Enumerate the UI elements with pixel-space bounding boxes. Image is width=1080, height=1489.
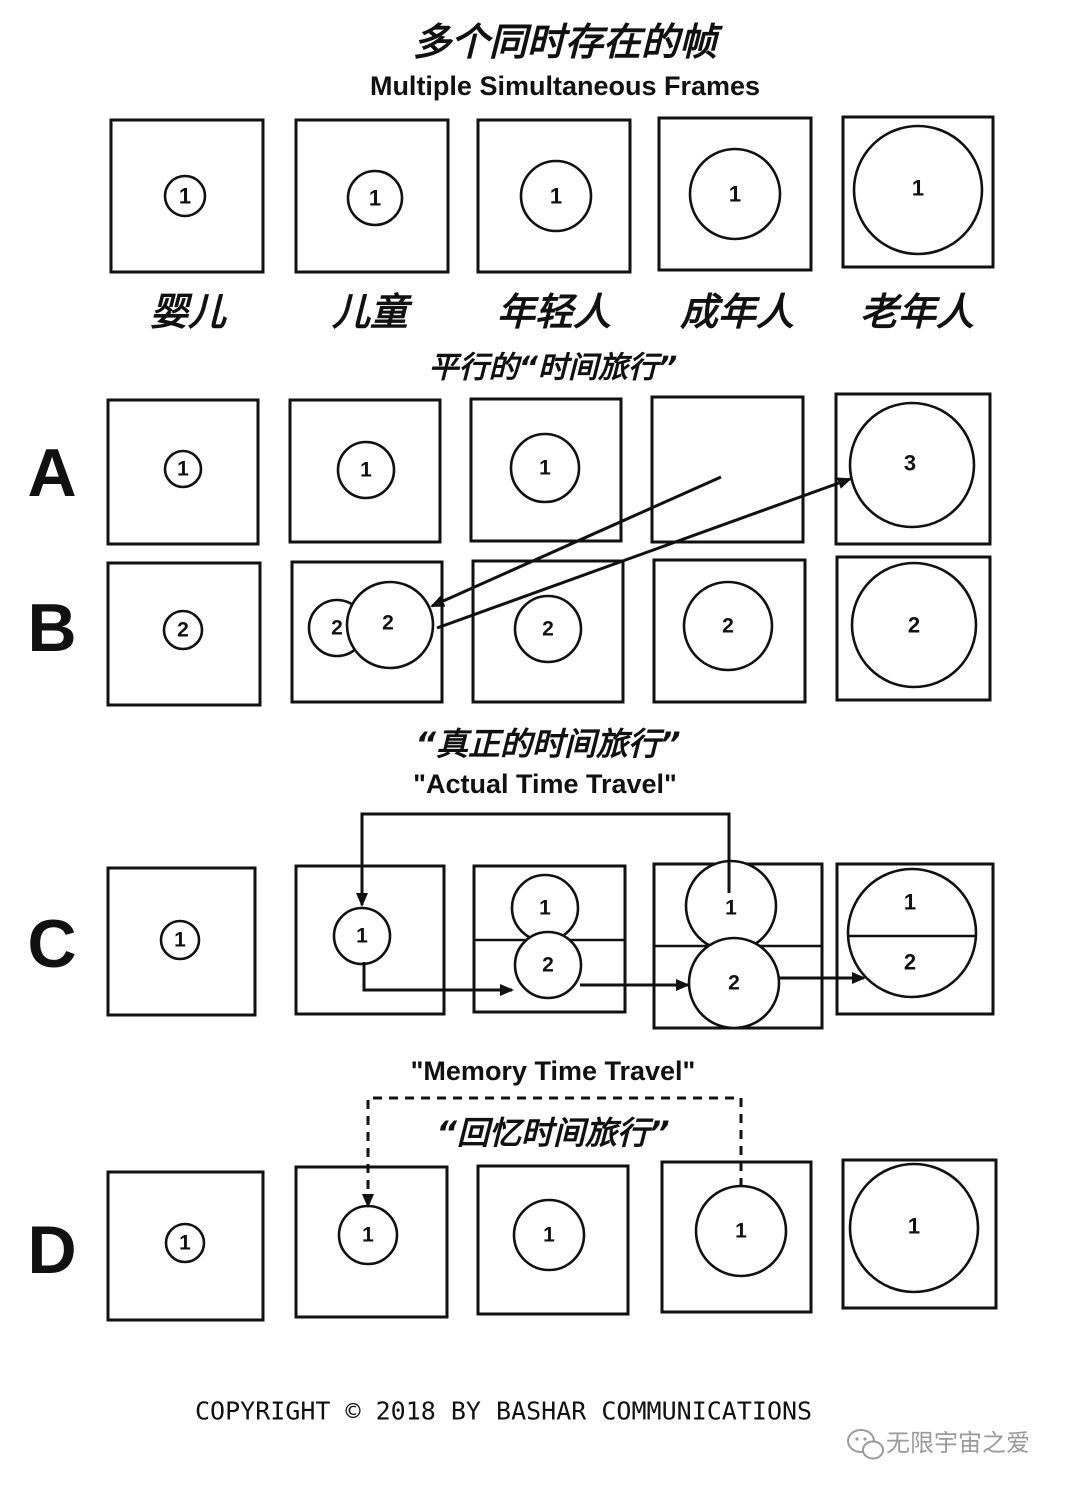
row-d: 1 1 1 1 1	[106, 1158, 998, 1322]
section-actual-heading-en: "Actual Time Travel"	[413, 769, 677, 799]
self-number: 1	[908, 1214, 920, 1239]
self-number: 2	[382, 612, 394, 635]
row-a-frame-4-empty	[650, 395, 805, 544]
self-number: 1	[177, 458, 189, 481]
watermark: 无限宇宙之爱	[847, 1429, 1030, 1460]
self-number: 1	[550, 184, 562, 209]
top-frame-row: 1 1 1 1 1	[109, 115, 995, 274]
self-number: 2	[542, 618, 554, 641]
self-number: 2	[331, 617, 343, 640]
self-number: 2	[904, 950, 916, 975]
self-number: 1	[179, 1232, 191, 1255]
row-label-b: B	[27, 590, 76, 666]
wechat-icon	[847, 1429, 884, 1460]
stage-label-young-adult: 年轻人	[497, 290, 611, 334]
self-circle	[846, 867, 978, 999]
self-number: 1	[543, 1224, 555, 1247]
self-number: 2	[908, 613, 920, 638]
section-actual-heading-zh: “真正的时间旅行”	[415, 725, 680, 763]
row-a: 1 1 1 3	[106, 392, 992, 546]
row-label-a: A	[27, 435, 76, 511]
row-label-c: C	[27, 906, 76, 982]
self-number: 2	[722, 615, 734, 638]
diagram-canvas: 多个同时存在的帧 Multiple Simultaneous Frames 1 …	[27, 20, 1030, 1460]
self-number: 1	[539, 457, 551, 480]
stage-label-child: 儿童	[331, 290, 413, 334]
self-number: 2	[177, 619, 189, 642]
self-number: 1	[912, 176, 924, 201]
self-number: 1	[539, 897, 551, 920]
stage-label-elder: 老年人	[860, 290, 974, 334]
row-c: 1 1 1 2 1 2 1 2	[106, 859, 995, 1030]
row-label-d: D	[27, 1212, 76, 1288]
self-number: 1	[904, 890, 916, 915]
stage-label-infant: 婴儿	[150, 290, 228, 334]
self-number: 1	[356, 925, 368, 948]
self-number: 3	[904, 451, 916, 476]
self-number: 1	[360, 459, 372, 482]
title-zh: 多个同时存在的帧	[413, 20, 723, 64]
row-b: 2 2 2 2 2 2	[106, 555, 992, 707]
self-number: 1	[362, 1224, 374, 1247]
section-memory-heading-zh: “回忆时间旅行”	[436, 1114, 669, 1152]
self-number: 2	[728, 972, 740, 995]
stage-labels: 婴儿 儿童 年轻人 成年人 老年人	[150, 290, 974, 334]
self-number: 2	[542, 954, 554, 977]
section-parallel-heading: 平行的“时间旅行”	[429, 351, 678, 386]
self-number: 1	[174, 929, 186, 952]
section-memory-heading-en: "Memory Time Travel"	[411, 1056, 696, 1086]
copyright-notice: COPYRIGHT © 2018 BY BASHAR COMMUNICATION…	[195, 1397, 812, 1426]
self-number: 1	[179, 184, 191, 209]
title-en: Multiple Simultaneous Frames	[370, 71, 760, 101]
self-number: 1	[725, 897, 737, 920]
stage-label-adult: 成年人	[680, 290, 794, 334]
watermark-text: 无限宇宙之爱	[886, 1429, 1030, 1457]
self-number: 1	[735, 1220, 747, 1243]
self-number: 1	[729, 182, 741, 207]
self-number: 1	[369, 186, 381, 211]
